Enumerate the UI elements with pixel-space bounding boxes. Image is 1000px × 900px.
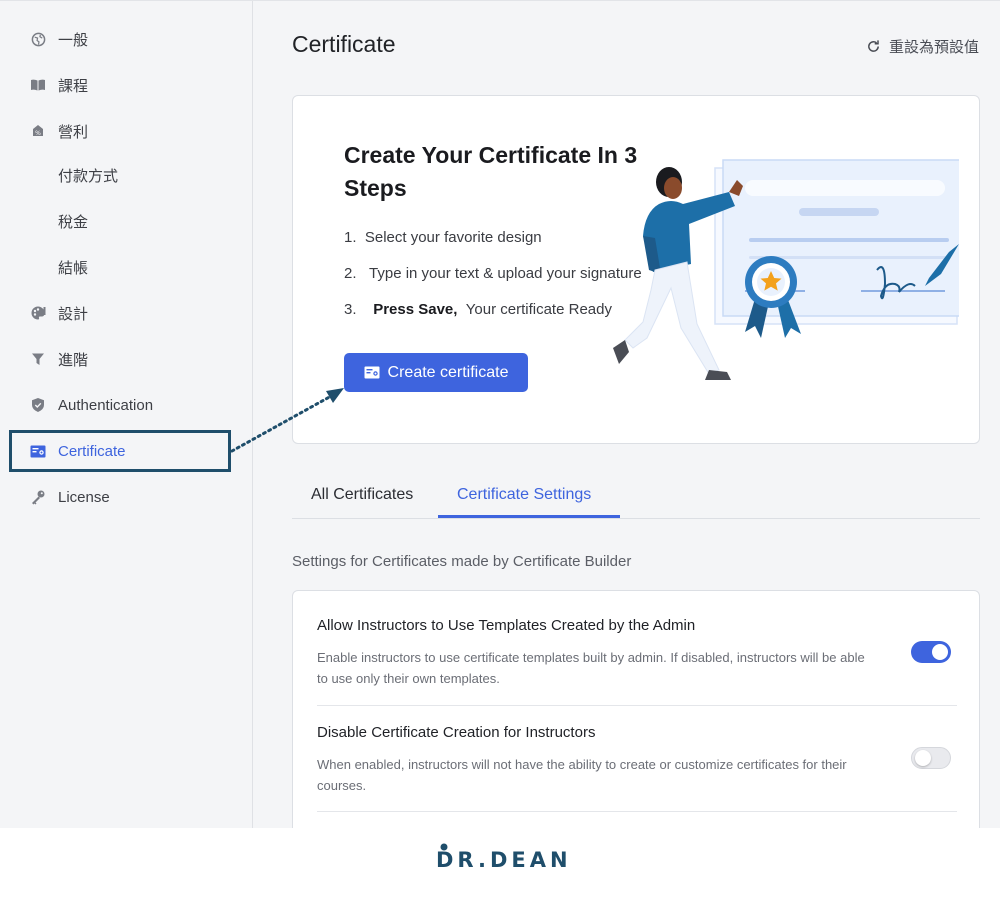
step-3: 3. Press Save, Your certificate Ready (344, 301, 612, 318)
divider (317, 705, 957, 706)
sidebar-item-certificate[interactable]: Certificate (30, 439, 126, 463)
certificate-illustration (613, 159, 959, 380)
shield-icon (30, 397, 46, 413)
book-icon (30, 77, 46, 93)
create-certificate-banner: Create Your Certificate In 3 Steps 1. Se… (292, 95, 980, 444)
reset-label: 重設為預設值 (888, 39, 979, 56)
toggle-knob (932, 644, 948, 660)
sidebar-item-design[interactable]: 設計 (30, 301, 88, 325)
reset-defaults-button[interactable]: 重設為預設值 (866, 36, 979, 57)
sidebar-item-label: Authentication (58, 396, 154, 414)
main-content: Certificate 重設為預設值 Create Your Certifica… (254, 1, 1000, 828)
page-title: Certificate (292, 31, 396, 57)
divider (317, 811, 957, 812)
step-2: 2. Type in your text & upload your signa… (344, 265, 642, 282)
step-number: 2. (344, 265, 357, 282)
settings-card: Allow Instructors to Use Templates Creat… (292, 590, 980, 828)
step-1: 1. Select your favorite design (344, 229, 542, 246)
tab-all-certificates[interactable]: All Certificates (311, 486, 413, 504)
sidebar-item-label: Certificate (58, 442, 126, 460)
app-window: 一般 課程 % 營利 付款方式 稅金 結帳 設計 進階 Authenticati… (0, 0, 1000, 828)
allow-admin-templates-toggle[interactable] (911, 641, 951, 663)
settings-sidebar: 一般 課程 % 營利 付款方式 稅金 結帳 設計 進階 Authenticati… (0, 1, 253, 828)
step-text: Select your favorite design (364, 229, 542, 246)
button-label: Create certificate (387, 363, 509, 381)
filter-icon (30, 351, 46, 367)
create-certificate-button[interactable]: Create certificate (344, 353, 528, 392)
toggle-knob (915, 750, 931, 766)
setting-title: Disable Certificate Creation for Instruc… (317, 724, 596, 741)
sidebar-item-general[interactable]: 一般 (30, 27, 88, 51)
sidebar-item-authentication[interactable]: Authentication (30, 393, 153, 417)
refresh-icon (868, 40, 879, 52)
setting-description: Enable instructors to use certificate te… (317, 650, 865, 686)
certificate-icon (30, 443, 46, 459)
banner-heading: Create Your Certificate In 3 Steps (344, 142, 638, 201)
sidebar-item-payment-methods[interactable]: 付款方式 (58, 165, 118, 186)
key-icon (30, 489, 46, 505)
sidebar-item-courses[interactable]: 課程 (30, 73, 88, 97)
settings-intro: Settings for Certificates made by Certif… (292, 553, 632, 570)
disable-instructor-creation-toggle[interactable] (911, 747, 951, 769)
setting-allow-admin-templates: Allow Instructors to Use Templates Creat… (317, 617, 957, 689)
step-number: 1. (344, 229, 357, 246)
certificate-icon (364, 366, 380, 379)
sidebar-item-license[interactable]: License (30, 485, 110, 509)
svg-text:%: % (35, 130, 41, 137)
setting-title: Allow Instructors to Use Templates Creat… (317, 617, 696, 634)
certificate-tabs: All Certificates Certificate Settings (292, 471, 980, 519)
step-number: 3. (344, 301, 357, 318)
sidebar-item-label: 營利 (58, 123, 89, 141)
setting-description: When enabled, instructors will not have … (317, 757, 847, 793)
sidebar-item-taxes[interactable]: 稅金 (58, 211, 88, 232)
logo-mark-icon (440, 843, 448, 851)
active-tab-indicator (438, 515, 620, 518)
sidebar-item-label: 課程 (58, 77, 89, 95)
step-bold-text: Press Save, (373, 301, 458, 318)
step-text: Your certificate Ready (465, 301, 612, 318)
sidebar-item-label: 設計 (58, 305, 89, 323)
sidebar-item-label: 進階 (58, 351, 89, 369)
step-text: Type in your text & upload your signatur… (369, 265, 642, 282)
monetization-icon: % (30, 123, 46, 139)
globe-icon (30, 31, 46, 47)
sidebar-item-label: 一般 (58, 31, 89, 49)
setting-disable-instructor-creation: Disable Certificate Creation for Instruc… (317, 724, 957, 796)
palette-icon (30, 305, 46, 321)
sidebar-item-monetization[interactable]: % 營利 (30, 119, 88, 143)
tab-certificate-settings[interactable]: Certificate Settings (457, 486, 591, 504)
sidebar-item-label: License (58, 488, 110, 506)
logo-text: DR.DEAN (436, 848, 572, 872)
dr-dean-logo: DR.DEAN (436, 842, 568, 878)
sidebar-item-advanced[interactable]: 進階 (30, 347, 88, 371)
sidebar-item-checkout[interactable]: 結帳 (58, 257, 88, 278)
